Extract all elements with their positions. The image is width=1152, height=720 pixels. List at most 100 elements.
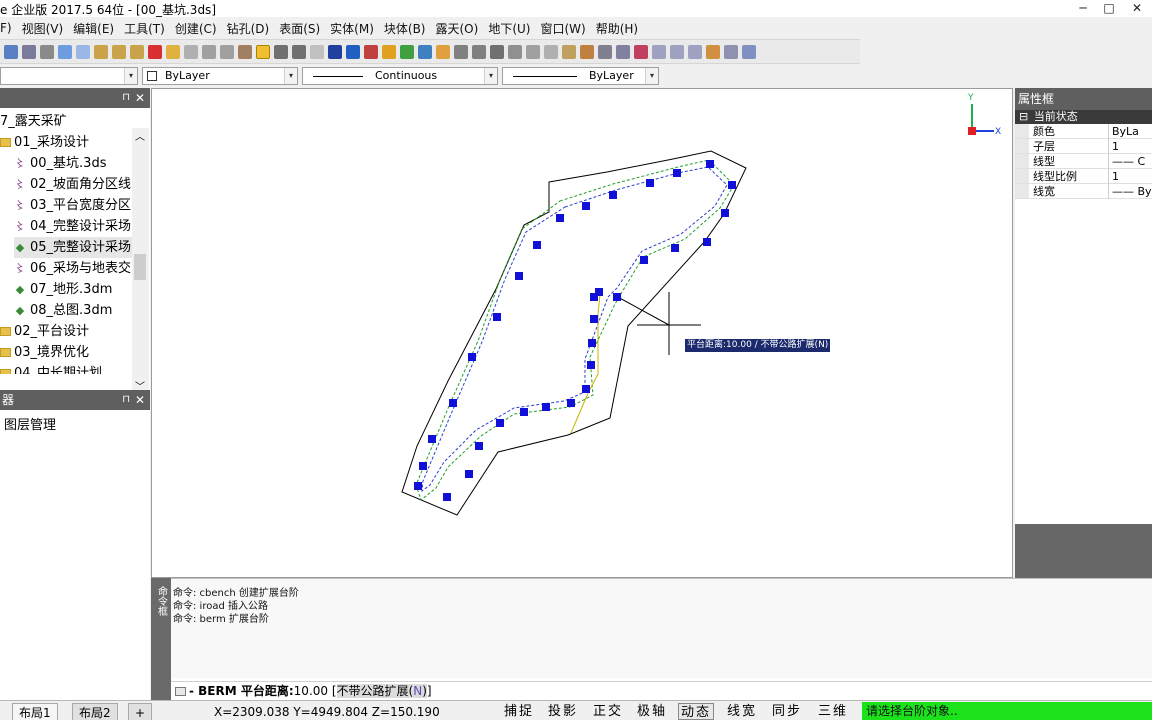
break-icon[interactable] (688, 44, 702, 59)
dynamic-toggle[interactable]: 动态 (678, 703, 715, 720)
vertex-marker[interactable] (609, 191, 617, 199)
property-value[interactable]: —— By (1108, 184, 1152, 199)
menu-create[interactable]: 创建(C) (175, 20, 217, 37)
vertex-marker[interactable] (515, 272, 523, 280)
vertex-marker[interactable] (706, 160, 714, 168)
vertex-marker[interactable] (728, 181, 736, 189)
menu-tools[interactable]: 工具(T) (124, 20, 165, 37)
vertex-marker[interactable] (533, 241, 541, 249)
current-state-section[interactable]: ⊟ 当前状态 (1015, 110, 1152, 124)
vertex-marker[interactable] (588, 339, 596, 347)
vertex-marker[interactable] (468, 353, 476, 361)
property-value[interactable]: ByLa (1108, 124, 1152, 139)
vertex-marker[interactable] (465, 470, 473, 478)
option-no-road-extension[interactable]: 不带公路扩展(N) (336, 684, 427, 698)
vertex-marker[interactable] (721, 209, 729, 217)
view-top-icon[interactable] (328, 44, 342, 59)
array-icon[interactable] (634, 44, 648, 59)
tree-node-file[interactable]: 〻 06_采场与地表交 (14, 258, 132, 279)
vertex-marker[interactable] (493, 313, 501, 321)
select-poly-icon[interactable] (130, 44, 144, 59)
redo-icon[interactable] (76, 44, 90, 59)
vertex-marker[interactable] (567, 399, 575, 407)
tab-layout1[interactable]: 布局1 (12, 703, 58, 720)
3d-toggle[interactable]: 三维 (818, 703, 848, 720)
view-orbit-icon[interactable] (346, 44, 360, 59)
tab-layout2[interactable]: 布局2 (72, 703, 118, 720)
vertex-marker[interactable] (428, 435, 436, 443)
polar-toggle[interactable]: 极轴 (637, 703, 667, 720)
tree-node-file[interactable]: 〻 04_完整设计采场 (14, 216, 132, 237)
vertex-marker[interactable] (595, 288, 603, 296)
tree-node-folder[interactable]: 01_采场设计 (0, 132, 89, 153)
save-icon[interactable] (22, 44, 36, 59)
lineweight-combo[interactable]: ByLayer ▾ (502, 67, 659, 85)
brush-icon[interactable] (292, 44, 306, 59)
vertex-marker[interactable] (703, 238, 711, 246)
tree-node-file[interactable]: 〻 02_坡面角分区线 (14, 174, 132, 195)
vertex-marker[interactable] (449, 399, 457, 407)
vertex-marker[interactable] (646, 179, 654, 187)
scroll-thumb[interactable] (134, 254, 146, 280)
pin-icon[interactable]: ⊓ (122, 88, 130, 108)
help-icon[interactable] (310, 44, 324, 59)
zoom-window-icon[interactable] (184, 44, 198, 59)
menu-file[interactable]: F) (0, 21, 12, 35)
close-icon[interactable]: ✕ (135, 88, 145, 108)
zoom-previous-icon[interactable] (238, 44, 252, 59)
tree-node-folder[interactable]: 02_平台设计 (0, 321, 89, 342)
undo-icon[interactable] (58, 44, 72, 59)
extend-icon[interactable] (670, 44, 684, 59)
scroll-down-icon[interactable]: ﹀ (135, 378, 145, 390)
minimize-button[interactable]: ─ (1070, 0, 1096, 17)
cross-icon[interactable] (490, 44, 504, 59)
point-icon[interactable] (436, 44, 450, 59)
property-value[interactable]: 1 (1108, 169, 1152, 184)
table-icon[interactable] (472, 44, 486, 59)
menu-help[interactable]: 帮助(H) (596, 20, 638, 37)
vertex-marker[interactable] (542, 403, 550, 411)
property-value[interactable]: 1 (1108, 139, 1152, 154)
grid-icon[interactable] (454, 44, 468, 59)
drawing-canvas[interactable]: Y X 平台距离:10.00 / 不带公路扩展(N) (151, 88, 1013, 578)
maximize-button[interactable]: □ (1096, 0, 1122, 17)
menu-block[interactable]: 块体(B) (384, 20, 426, 37)
shade-icon[interactable] (400, 44, 414, 59)
menu-openpit[interactable]: 露天(O) (436, 20, 479, 37)
vertex-marker[interactable] (582, 385, 590, 393)
vertex-marker[interactable] (419, 462, 427, 470)
mirror-icon[interactable] (598, 44, 612, 59)
vertex-marker[interactable] (520, 408, 528, 416)
angle-icon[interactable] (580, 44, 594, 59)
vertex-marker[interactable] (414, 482, 422, 490)
vertex-marker[interactable] (640, 256, 648, 264)
vertex-marker[interactable] (671, 244, 679, 252)
pin-icon[interactable]: ⊓ (122, 390, 130, 410)
menu-solid[interactable]: 实体(M) (330, 20, 374, 37)
menu-window[interactable]: 窗口(W) (540, 20, 585, 37)
delete-icon[interactable] (148, 44, 162, 59)
text-edit-icon[interactable] (544, 44, 558, 59)
close-icon[interactable]: ✕ (135, 390, 145, 410)
plus-icon[interactable] (508, 44, 522, 59)
text-abc-icon[interactable] (526, 44, 540, 59)
tree-node-root[interactable]: 7_露天采矿 (0, 111, 67, 132)
linetype-combo[interactable]: Continuous ▾ (302, 67, 498, 85)
layer-combo[interactable]: ▾ (0, 67, 138, 85)
light-icon[interactable] (382, 44, 396, 59)
menu-drillhole[interactable]: 钻孔(D) (227, 20, 270, 37)
snap-toggle[interactable]: 捕捉 (504, 703, 534, 720)
open-icon[interactable] (4, 44, 18, 59)
properties-icon[interactable] (724, 44, 738, 59)
vertex-marker[interactable] (613, 293, 621, 301)
layer-manager-item[interactable]: 图层管理 (4, 414, 56, 433)
projection-toggle[interactable]: 投影 (548, 703, 578, 720)
ortho-toggle[interactable]: 正交 (593, 703, 623, 720)
tree-node-folder[interactable]: 04_中长期计划 (0, 363, 102, 374)
tree-node-file[interactable]: 〻 00_基坑.3ds (14, 153, 107, 174)
trim-icon[interactable] (652, 44, 666, 59)
property-row-linetype[interactable]: 线型 —— C (1015, 154, 1152, 169)
pan-icon[interactable] (166, 44, 180, 59)
property-row-lineweight[interactable]: 线宽 —— By (1015, 184, 1152, 199)
vertex-marker[interactable] (496, 419, 504, 427)
